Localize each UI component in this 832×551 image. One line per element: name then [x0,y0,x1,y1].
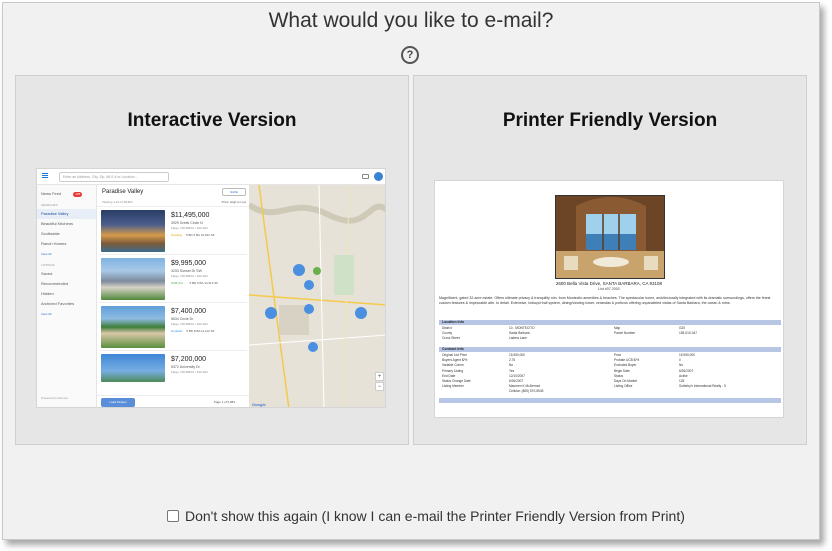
map-attribution: Google [252,402,266,407]
map-cluster [265,307,277,319]
list-number: List #07-2003 [598,287,620,291]
map-pin [313,267,321,275]
info-value: Cellular: (805) 570-5545 [509,389,544,394]
view-all-link: View All [41,312,52,316]
info-row: Cross Street Ladera Lane [439,336,781,341]
section-heading: Contract Info [439,347,781,352]
listing-count: Viewing 1-10 of 48,822 [102,200,133,204]
sidebar-search-item: Scottsdale [41,231,60,236]
menu-icon [42,173,48,178]
card-address: 3233 Sunset Dr SW [171,269,202,273]
news-badge: 105 [73,192,83,197]
listing-footer: Load Sixteen Page 1 of 5,883 [97,395,249,407]
map-graphic [249,185,385,407]
chat-icon [362,174,369,179]
save-search-button: SAVE [222,188,246,196]
section-heading: Location Info [439,320,781,325]
avatar [374,172,383,181]
printer-friendly-preview: 2600 Bella Vista Drive, SANTA BARBARA, C… [434,180,784,418]
sidebar-search-item: Beautiful Kitchens [41,221,74,226]
house-photo [101,258,165,300]
card-price: $9,995,000 [171,260,207,267]
card-city: Fargo, ND 58104 • #16-322 [171,322,208,326]
sidebar-news-feed: News Feed 105 [41,191,83,197]
dont-show-label: Don't show this again (I know I can e-ma… [185,508,685,524]
zoom-in-button: + [375,372,384,381]
card-address: 3929 Greek Circle N [171,221,203,225]
card-stats: Contract 5 BD 8 BA 11,112 SF [171,329,215,333]
property-photo [555,195,665,279]
listing-header: Paradise Valley SAVE Viewing 1-10 of 48,… [97,185,249,207]
map-cluster [304,304,314,314]
view-all-link: View All [41,252,52,256]
info-value: Ladera Lane [509,336,527,341]
interactive-version-preview: Enter an Address, City, Zip, MLS # or Lo… [36,168,386,408]
listing-card: $7,200,000 5372 University Dr Fargo, ND … [99,351,247,399]
dont-show-checkbox[interactable] [167,510,179,522]
searches-heading: SEARCHES [41,203,58,207]
sidebar-search-item: Ranch Homes [41,241,67,246]
house-photo [101,306,165,348]
listing-card: $11,495,000 3929 Greek Circle N Fargo, N… [99,207,247,255]
printer-friendly-option[interactable]: Printer Friendly Version 2600 Bella Vist… [413,75,807,445]
preview-search-input: Enter an Address, City, Zip, MLS # or Lo… [59,172,169,182]
card-city: Fargo, ND 58104 • #16-322 [171,274,208,278]
card-address: 5372 University Dr [171,365,200,369]
preview-topbar: Enter an Address, City, Zip, MLS # or Lo… [37,169,385,185]
sidebar-search-item: Paradise Valley [37,209,96,219]
listing-title: Paradise Valley [102,189,144,195]
card-stats: Pending 5 BD 6 BA 10,632 SF [171,233,215,237]
map-cluster [355,307,367,319]
question-mark-icon[interactable]: ? [401,46,419,64]
preview-sidebar: News Feed 105 SEARCHES Paradise Valley Be… [37,185,97,407]
card-city: Fargo, ND 58104 • #16-322 [171,370,208,374]
printer-friendly-title: Printer Friendly Version [502,110,718,131]
info-label: Cross Street [442,336,460,341]
interactive-version-title: Interactive Version [127,110,297,131]
map-cluster [308,342,318,352]
sidebar-listing-item: Archived Favorites [41,301,75,306]
property-address: 2600 Bella Vista Drive, SANTA BARBARA, C… [555,281,663,286]
sidebar-listing-item: Hidden [41,291,54,296]
house-photo [101,354,165,382]
listings-heading: LISTINGS [41,263,55,267]
dialog-title: What would you like to e-mail? [268,9,554,32]
preview-map: + − Google [249,185,385,407]
info-row: Cellular: (805) 570-5545 [439,389,781,394]
listing-card: $7,400,000 5634 Circle Dr Fargo, ND 5810… [99,303,247,351]
card-price: $11,495,000 [171,212,210,219]
sort-select: Price: High to Low [221,200,246,204]
sidebar-listing-item: Recommended [41,281,69,286]
property-description: Magnificent, gated 32-acre estate. Offer… [439,296,771,305]
house-photo [101,210,165,252]
listing-card: $9,995,000 3233 Sunset Dr SW Fargo, ND 5… [99,255,247,303]
map-cluster [304,280,314,290]
dont-show-again[interactable]: Don't show this again (I know I can e-ma… [167,508,685,524]
card-price: $7,200,000 [171,356,207,363]
card-price: $7,400,000 [171,308,207,315]
email-dialog: What would you like to e-mail? ? Interac… [2,2,820,540]
card-address: 5634 Circle Dr [171,317,194,321]
page-indicator: Page 1 of 5,883 [213,400,235,404]
load-more-button: Load Sixteen [101,398,135,407]
sidebar-listing-item: Saved [41,271,53,276]
zoom-out-button: − [375,382,384,391]
preview-listing-column: Paradise Valley SAVE Viewing 1-10 of 48,… [97,185,249,407]
interactive-version-option[interactable]: Interactive Version Enter an Address, Ci… [15,75,409,445]
map-cluster [293,264,305,276]
card-stats: UCB (Co... 5 BD 9 BA 14,313 SF [171,281,219,285]
section-heading [439,398,781,403]
sidebar-footer: Powered by Remine [41,396,69,400]
card-city: Fargo, ND 58104 • #16-322 [171,226,208,230]
